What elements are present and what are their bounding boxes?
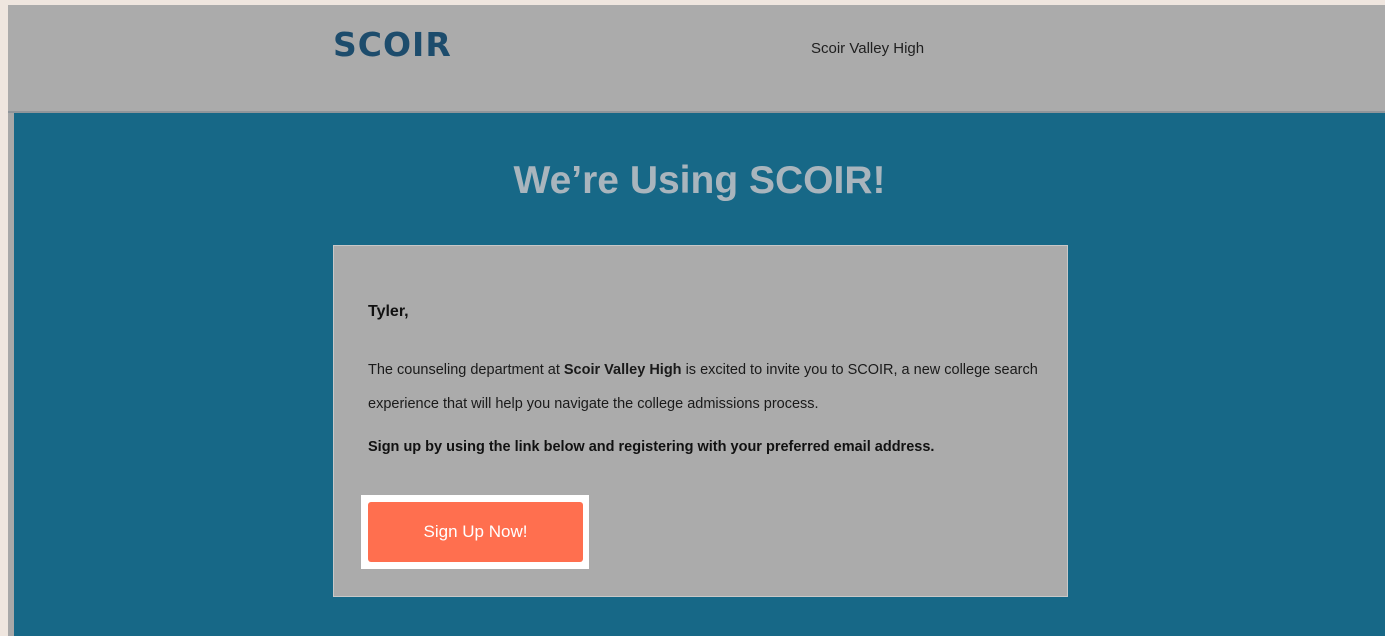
signup-instructions: Sign up by using the link below and regi… xyxy=(368,439,935,455)
signup-button-highlight: Sign Up Now! xyxy=(361,495,589,569)
body-prefix: The counseling department at xyxy=(368,362,564,378)
hero-title: We’re Using SCOIR! xyxy=(513,159,886,202)
school-name: Scoir Valley High xyxy=(811,40,925,57)
invitation-card: Tyler, The counseling department at Scoi… xyxy=(333,245,1068,597)
greeting: Tyler, xyxy=(368,303,409,320)
hero-section: We’re Using SCOIR! Tyler, The counseling… xyxy=(14,113,1385,636)
body-school-name: Scoir Valley High xyxy=(563,362,682,378)
email-header: SCOIR Scoir Valley High xyxy=(8,5,1385,113)
email-preview: SCOIR Scoir Valley High We’re Using SCOI… xyxy=(8,5,1385,636)
invitation-body: The counseling department at Scoir Valle… xyxy=(368,353,1040,421)
sign-up-now-button[interactable]: Sign Up Now! xyxy=(368,502,583,562)
scoir-logo: SCOIR xyxy=(333,25,452,64)
